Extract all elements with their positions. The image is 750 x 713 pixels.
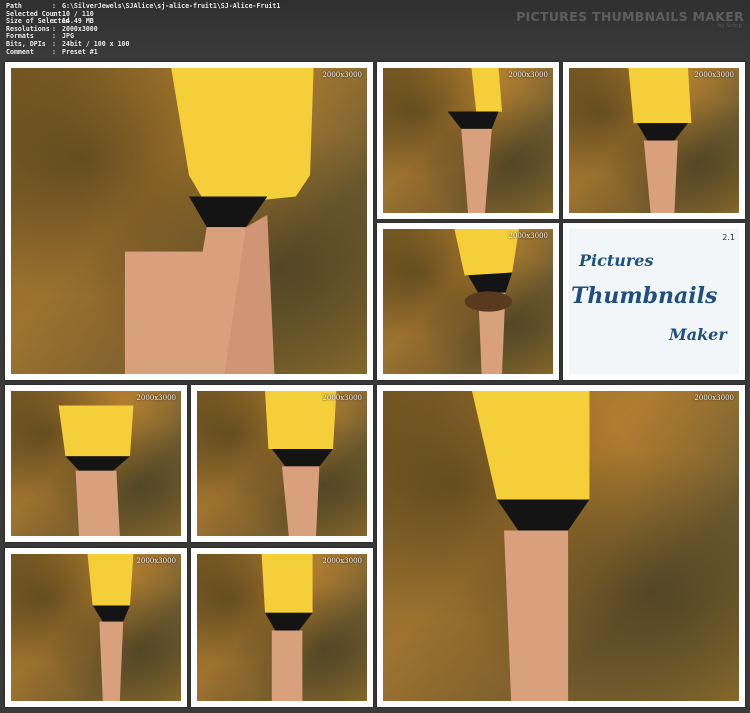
- info-table: Path: G:\SilverJewels\SJAlice\sj-alice-fr…: [6, 2, 280, 56]
- thumbnail-7[interactable]: 2000x3000: [377, 385, 745, 707]
- model-figure-icon: [447, 68, 502, 213]
- info-row-resolutions: Resolutions:2000x3000: [6, 24, 98, 33]
- resolution-label: 2000x3000: [694, 394, 734, 402]
- thumbnail-4[interactable]: 2000x3000: [377, 223, 559, 380]
- resolution-label: 2000x3000: [136, 557, 176, 565]
- thumbnail-photo: 2000x3000: [383, 68, 553, 213]
- thumbnail-photo: 2000x3000: [197, 391, 367, 536]
- model-figure-icon: [628, 68, 692, 213]
- resolution-label: 2000x3000: [136, 394, 176, 402]
- promo-word-2: Thumbnails: [571, 283, 718, 309]
- resolution-label: 2000x3000: [322, 71, 362, 79]
- info-row-bits: Bits, DPIs:24bit / 100 x 100: [6, 39, 130, 48]
- thumbnail-promo[interactable]: Pictures Thumbnails Maker 2.1: [563, 223, 745, 380]
- thumbnail-photo: 2000x3000: [11, 391, 181, 536]
- promo-image: Pictures Thumbnails Maker 2.1: [569, 229, 739, 374]
- resolution-label: 2000x3000: [508, 71, 548, 79]
- header-bar: Path: G:\SilverJewels\SJAlice\sj-alice-fr…: [0, 0, 750, 58]
- thumbnail-9[interactable]: 2000x3000: [191, 548, 373, 707]
- thumbnail-1[interactable]: 2000x3000: [5, 62, 373, 380]
- info-row-comment: Comment: Preset #1: [6, 47, 98, 56]
- thumbnail-8[interactable]: 2000x3000: [5, 548, 187, 707]
- thumbnail-photo: 2000x3000: [11, 68, 367, 374]
- model-figure-icon: [472, 391, 590, 701]
- thumbnail-photo: 2000x3000: [383, 229, 553, 374]
- thumbnail-photo: 2000x3000: [11, 554, 181, 701]
- model-figure-icon: [454, 229, 519, 374]
- model-figure-icon: [58, 405, 134, 536]
- promo-word-3: Maker: [669, 325, 727, 344]
- model-figure-icon: [261, 554, 313, 701]
- resolution-label: 2000x3000: [508, 232, 548, 240]
- model-figure-icon: [124, 68, 314, 374]
- thumbnail-photo: 2000x3000: [569, 68, 739, 213]
- thumbnail-5[interactable]: 2000x3000: [5, 385, 187, 542]
- thumbnail-photo: 2000x3000: [197, 554, 367, 701]
- promo-corner: 2.1: [722, 233, 735, 242]
- resolution-label: 2000x3000: [322, 394, 362, 402]
- thumbnail-3[interactable]: 2000x3000: [563, 62, 745, 219]
- thumbnail-2[interactable]: 2000x3000: [377, 62, 559, 219]
- thumbnail-6[interactable]: 2000x3000: [191, 385, 373, 542]
- brand-title: PICTURES THUMBNAILS MAKER: [516, 9, 744, 24]
- thumbnail-photo: 2000x3000: [383, 391, 739, 701]
- resolution-label: 2000x3000: [694, 71, 734, 79]
- model-figure-icon: [87, 554, 134, 701]
- info-row-formats: Formats: JPG: [6, 32, 74, 41]
- model-figure-icon: [265, 391, 337, 536]
- brand-subtitle: by Scorp: [717, 23, 742, 29]
- promo-word-1: Pictures: [579, 251, 654, 270]
- resolution-label: 2000x3000: [322, 557, 362, 565]
